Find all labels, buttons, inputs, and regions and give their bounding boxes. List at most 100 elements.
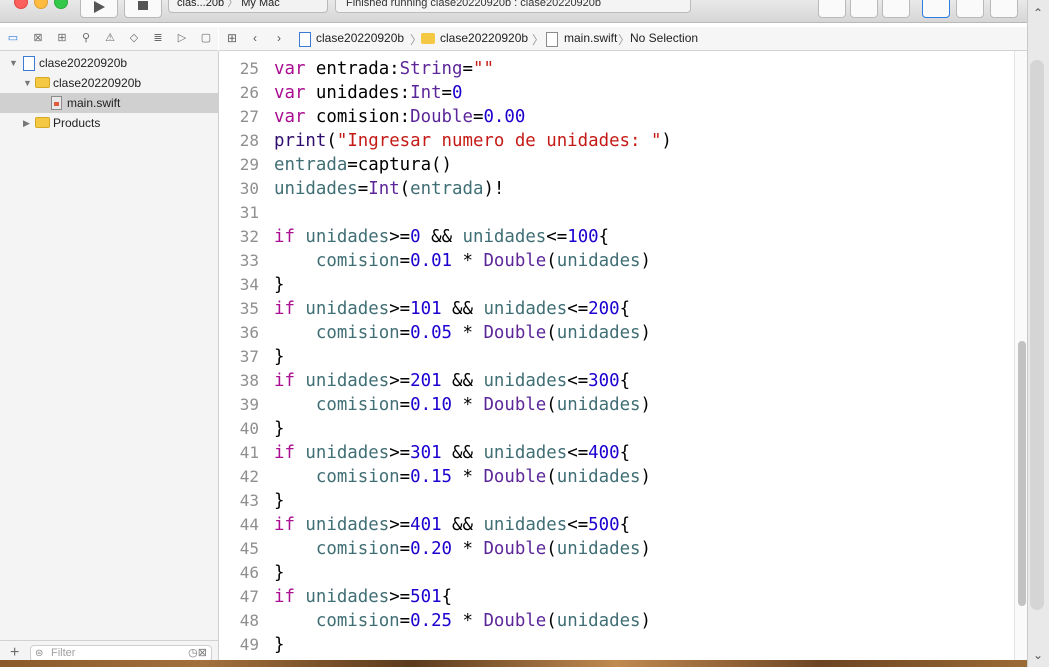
filter-placeholder: Filter — [51, 647, 76, 659]
code-token: unidades — [305, 227, 390, 247]
editor-scrollbar-thumb[interactable] — [1018, 341, 1026, 606]
breakpoint-icon[interactable]: ▷ — [175, 31, 189, 45]
line-number: 34 — [239, 275, 259, 294]
code-token: 0.25 — [410, 611, 453, 631]
code-token: 400 — [588, 443, 620, 463]
line-number: 29 — [239, 155, 259, 174]
zoom-window-button[interactable] — [54, 0, 68, 9]
chevron-right-icon: 〉 — [532, 33, 545, 47]
folder-icon — [35, 77, 50, 88]
code-token: && — [420, 227, 463, 247]
search-icon[interactable]: ⚲ — [79, 31, 93, 45]
window-scrollbar[interactable]: ⌃ ⌄ — [1027, 0, 1049, 667]
line-number: 37 — [239, 347, 259, 366]
code-token: unidades — [483, 371, 568, 391]
code-text: if unidades>=201 && unidades<=300{ — [274, 369, 630, 393]
report-icon[interactable]: ▢ — [199, 31, 213, 45]
forward-button[interactable]: › — [277, 31, 281, 45]
code-token: if — [274, 443, 306, 463]
code-token: 0 — [410, 227, 421, 247]
toggle-utilities-button[interactable] — [990, 0, 1018, 18]
toggle-debug-area-button[interactable] — [956, 0, 984, 18]
code-text: } — [274, 489, 284, 513]
code-token: var — [274, 83, 316, 103]
code-token: Int — [410, 83, 442, 103]
stop-button[interactable] — [124, 0, 162, 18]
code-token: } — [274, 275, 285, 295]
line-number: 46 — [239, 563, 259, 582]
test-icon[interactable]: ◇ — [127, 31, 141, 45]
code-token: } — [274, 563, 285, 583]
issue-icon[interactable]: ⚠ — [103, 31, 117, 45]
editor-version-button[interactable] — [882, 0, 910, 18]
code-token: unidades — [556, 467, 641, 487]
source-editor[interactable]: 25 var entrada:String="" 26 var unidades:In… — [219, 51, 1014, 667]
disclosure-down-icon[interactable]: ▼ — [23, 73, 32, 93]
tree-item-products[interactable]: ▶ Products — [0, 113, 218, 133]
code-token: unidades — [305, 515, 390, 535]
code-token: if — [274, 515, 306, 535]
chevron-up-icon[interactable]: ⌃ — [1033, 6, 1043, 20]
code-token: Double — [483, 323, 547, 343]
disclosure-down-icon[interactable]: ▼ — [9, 53, 18, 73]
code-token: unidades — [556, 323, 641, 343]
editor-scrollbar[interactable] — [1014, 51, 1028, 667]
line-number: 33 — [239, 251, 259, 270]
back-button[interactable]: ‹ — [253, 31, 257, 45]
toggle-navigator-button[interactable] — [922, 0, 950, 18]
chevron-down-icon[interactable]: ⌄ — [1033, 648, 1043, 662]
code-token: 201 — [410, 371, 442, 391]
editor-standard-button[interactable] — [818, 0, 846, 18]
code-token: >= — [389, 299, 411, 319]
window-scrollbar-thumb[interactable] — [1030, 60, 1044, 610]
code-token: = — [399, 539, 411, 559]
swift-file-icon — [546, 32, 558, 47]
tree-item-label: Products — [53, 116, 101, 130]
code-text: } — [274, 561, 284, 585]
run-button[interactable] — [80, 0, 118, 18]
folder-icon[interactable]: ▭ — [6, 31, 20, 45]
code-token: Double — [483, 395, 547, 415]
disclosure-right-icon[interactable]: ▶ — [23, 113, 30, 133]
code-token: ( — [546, 395, 557, 415]
minimize-window-button[interactable] — [34, 0, 48, 9]
tree-item-group[interactable]: ▼ clase20220920b — [0, 73, 218, 93]
code-text: if unidades>=101 && unidades<=200{ — [274, 297, 630, 321]
close-window-button[interactable] — [14, 0, 28, 9]
project-navigator: ▼ clase20220920b ▼ clase20220920b main.s… — [0, 51, 219, 667]
code-token: >= — [389, 443, 411, 463]
jumpbar-item-project[interactable]: clase20220920b — [316, 31, 404, 45]
tree-item-main-swift[interactable]: main.swift — [0, 93, 218, 113]
navigator-selector-bar: ▭ ⊠ ⊞ ⚲ ⚠ ◇ ≣ ▷ ▢ — [0, 27, 218, 51]
tree-item-project[interactable]: ▼ clase20220920b — [0, 53, 218, 73]
window-toolbar: clas...20b 〉 My Mac Finished running cla… — [0, 0, 1049, 23]
code-token: unidades — [274, 179, 358, 199]
related-items-icon[interactable]: ⊞ — [227, 31, 237, 45]
line-number: 27 — [239, 107, 259, 126]
code-text: if unidades>=401 && unidades<=500{ — [274, 513, 630, 537]
source-control-icon[interactable]: ⊠ — [31, 31, 45, 45]
recent-files-icon[interactable]: ◷⊠ — [188, 646, 207, 661]
code-text: if unidades>=301 && unidades<=400{ — [274, 441, 630, 465]
jumpbar-item-selection[interactable]: No Selection — [630, 31, 698, 45]
code-token: ( — [399, 179, 411, 199]
editor-assistant-button[interactable] — [850, 0, 878, 18]
line-number: 30 — [239, 179, 259, 198]
jumpbar-item-file[interactable]: main.swift — [564, 31, 617, 45]
symbol-icon[interactable]: ⊞ — [55, 31, 69, 45]
line-number: 48 — [239, 611, 259, 630]
code-token: { — [619, 371, 631, 391]
jumpbar-item-group[interactable]: clase20220920b — [440, 31, 528, 45]
code-token: 0.05 — [410, 323, 453, 343]
code-token: Double — [483, 467, 547, 487]
code-token: && — [441, 299, 484, 319]
code-token: ) — [640, 395, 652, 415]
code-token: ) — [661, 131, 672, 151]
code-token: comision — [315, 467, 400, 487]
desktop-background — [0, 660, 1027, 667]
filter-icon: ⊜ — [35, 648, 44, 659]
scheme-selector[interactable]: clas...20b 〉 My Mac — [168, 0, 328, 13]
debug-icon[interactable]: ≣ — [151, 31, 165, 45]
